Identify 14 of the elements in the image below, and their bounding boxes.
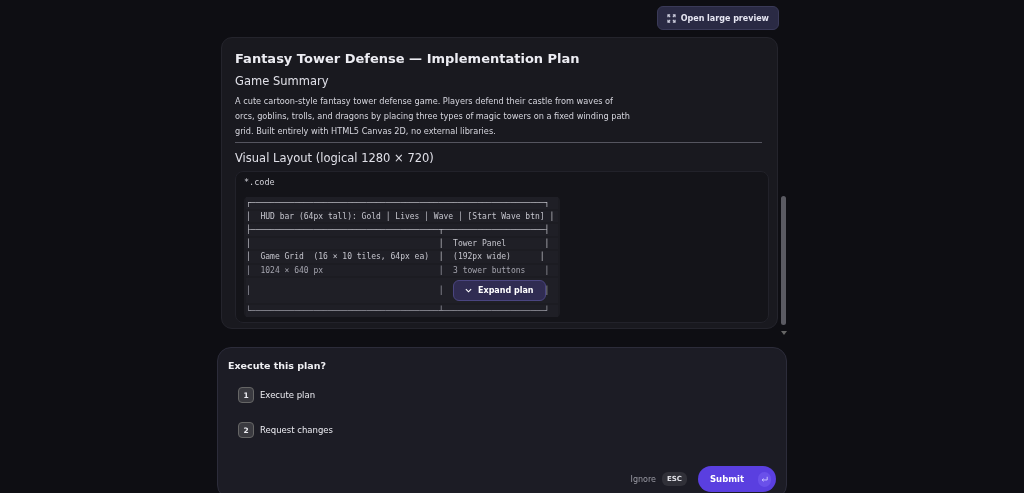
enter-key-icon (758, 471, 771, 487)
code-label: *.code (244, 177, 276, 187)
scrollbar-thumb[interactable] (781, 196, 787, 325)
open-preview-button[interactable]: Open large preview (656, 6, 779, 30)
chevron-down-icon (465, 287, 472, 294)
prompt-question: Execute this plan? (228, 360, 327, 371)
scroll-down-arrow[interactable] (781, 331, 788, 335)
expand-plan-button[interactable]: Expand plan (453, 280, 546, 301)
plan-title: Fantasy Tower Defense — Implementation Plan (235, 51, 581, 66)
expand-icon (666, 13, 676, 23)
summary-paragraph: A cute cartoon-style fantasy tower defense game. Players defend their castle from waves of orcs, goblins, trolls, and dragons by placing three types of magic towers on a fixed winding path grid. Built entirely with HTML5 Canvas 2D, no external libraries. (235, 95, 631, 138)
section-heading: Game Summary (235, 74, 330, 88)
submit-button[interactable]: Submit (698, 466, 776, 492)
section-heading: Visual Layout (logical 1280 × 720) (235, 151, 435, 165)
